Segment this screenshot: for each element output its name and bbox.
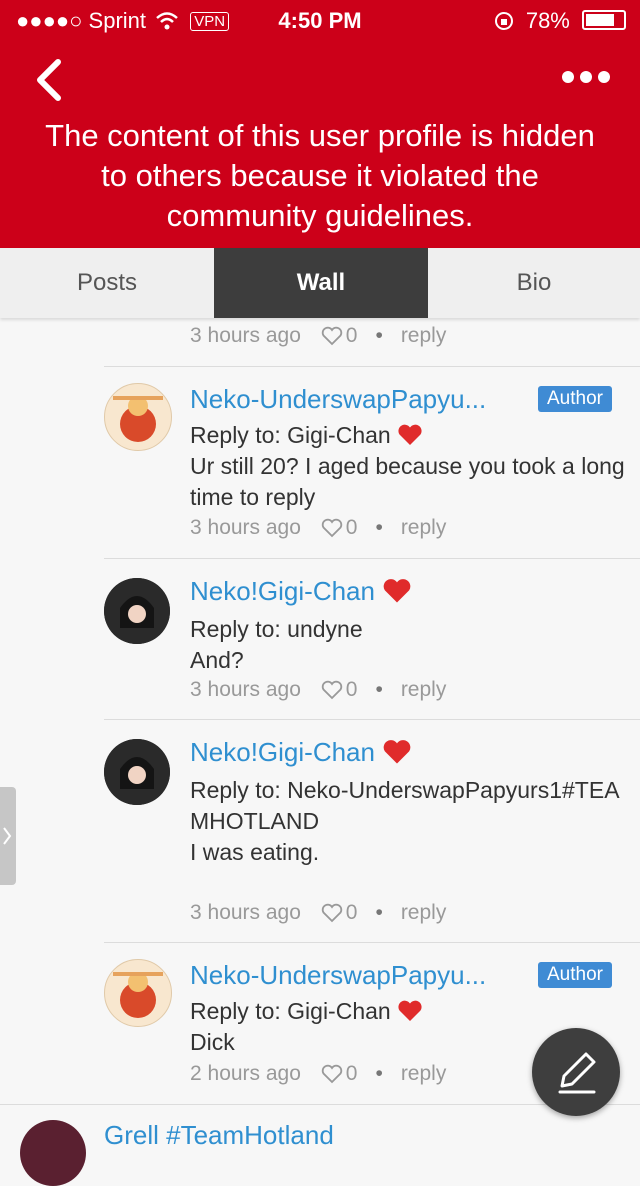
- comment-time: 3 hours ago: [190, 901, 301, 924]
- comment-meta: 3 hours ago 0 • reply: [190, 901, 447, 924]
- reply-link[interactable]: reply: [401, 324, 447, 347]
- comment-meta: 3 hours ago 0 • reply: [190, 324, 447, 347]
- reply-link[interactable]: reply: [401, 678, 447, 701]
- status-right: 78%: [494, 8, 626, 34]
- red-heart-emoji-icon: [383, 579, 411, 603]
- red-heart-emoji-icon: [398, 424, 422, 445]
- tab-wall[interactable]: Wall: [214, 248, 428, 318]
- divider: [104, 366, 640, 367]
- divider: [104, 558, 640, 559]
- like-count: 0: [345, 516, 358, 539]
- heart-icon[interactable]: [321, 518, 343, 538]
- like-count: 0: [345, 901, 358, 924]
- author-badge: Author: [538, 386, 612, 412]
- comment-body: Reply to: undyne And?: [190, 614, 630, 676]
- comment-meta: 3 hours ago 0 • reply: [190, 678, 447, 701]
- comment-author[interactable]: Neko-UnderswapPapyu...: [190, 960, 486, 991]
- comment-text: I was eating.: [190, 839, 320, 865]
- comment-time: 3 hours ago: [190, 516, 301, 539]
- comment-author[interactable]: Neko!Gigi-Chan: [190, 576, 412, 607]
- side-drawer-handle[interactable]: [0, 787, 16, 885]
- avatar[interactable]: [104, 578, 170, 644]
- comment-author[interactable]: Neko!Gigi-Chan: [190, 737, 412, 768]
- tab-posts[interactable]: Posts: [0, 248, 214, 318]
- comment-author[interactable]: Neko-UnderswapPapyu...: [190, 384, 486, 415]
- red-heart-emoji-icon: [398, 1000, 422, 1021]
- reply-to: Reply to: Neko-UnderswapPapyurs1#TEAMHOT…: [190, 777, 620, 834]
- comment-meta: 2 hours ago 0 • reply: [190, 1062, 447, 1085]
- wall-comments: 3 hours ago 0 • reply Neko-UnderswapPapyu.…: [0, 318, 640, 1136]
- avatar[interactable]: [104, 959, 172, 1027]
- comment-body: Reply to: Neko-UnderswapPapyurs1#TEAMHOT…: [190, 775, 630, 868]
- like-count: 0: [345, 1062, 358, 1085]
- reply-link[interactable]: reply: [401, 516, 447, 539]
- avatar[interactable]: [104, 383, 172, 451]
- edit-pencil-icon: [558, 1052, 596, 1094]
- tab-bio[interactable]: Bio: [428, 248, 640, 318]
- red-heart-emoji-icon: [383, 740, 411, 764]
- comment-meta: 3 hours ago 0 • reply: [190, 516, 447, 539]
- avatar[interactable]: [20, 1120, 86, 1186]
- profile-tabs: Posts Wall Bio: [0, 248, 640, 318]
- avatar[interactable]: [104, 739, 170, 805]
- heart-icon[interactable]: [321, 903, 343, 923]
- more-icon[interactable]: [556, 70, 616, 94]
- author-badge: Author: [538, 962, 612, 988]
- comment-time: 3 hours ago: [190, 324, 301, 347]
- battery-percent: 78%: [525, 8, 570, 33]
- comment-time: 2 hours ago: [190, 1062, 301, 1085]
- back-chevron-icon[interactable]: [28, 58, 68, 102]
- heart-icon[interactable]: [321, 680, 343, 700]
- comment-text: Ur still 20? I aged because you took a l…: [190, 453, 625, 510]
- compose-button[interactable]: [532, 1028, 620, 1116]
- reply-to: Reply to: Gigi-Chan: [190, 998, 391, 1024]
- hidden-profile-message: The content of this user profile is hidd…: [45, 118, 595, 233]
- status-bar: ●●●●○ Sprint VPN 4:50 PM 78%: [0, 0, 640, 40]
- comment-text: And?: [190, 647, 244, 673]
- divider: [104, 719, 640, 720]
- rotation-lock-icon: [494, 12, 513, 30]
- battery-icon: [582, 10, 626, 30]
- comment-author-name[interactable]: Neko!Gigi-Chan: [190, 737, 375, 767]
- reply-to: Reply to: Gigi-Chan: [190, 422, 391, 448]
- comment-author-name[interactable]: Neko!Gigi-Chan: [190, 576, 375, 606]
- comment-body: Reply to: Gigi-Chan Ur still 20? I aged …: [190, 420, 630, 513]
- comment-time: 3 hours ago: [190, 678, 301, 701]
- heart-icon[interactable]: [321, 1064, 343, 1084]
- divider: [104, 942, 640, 943]
- like-count: 0: [345, 678, 358, 701]
- warning-banner: ●●●●○ Sprint VPN 4:50 PM 78% The content…: [0, 0, 640, 248]
- heart-icon[interactable]: [321, 326, 343, 346]
- reply-link[interactable]: reply: [401, 1062, 447, 1085]
- reply-to: Reply to: undyne: [190, 616, 363, 642]
- reply-link[interactable]: reply: [401, 901, 447, 924]
- like-count: 0: [345, 324, 358, 347]
